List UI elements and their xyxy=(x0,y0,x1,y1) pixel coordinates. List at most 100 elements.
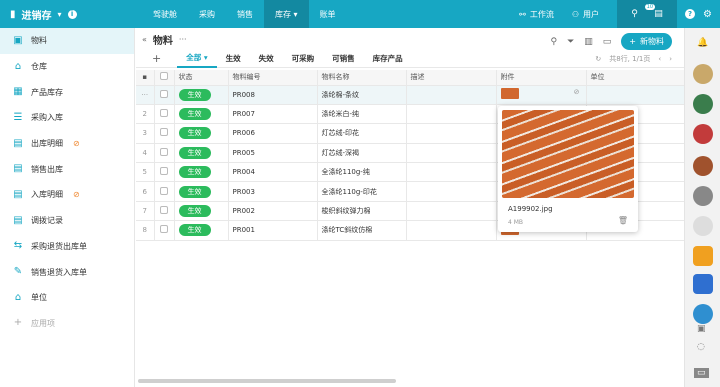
name-cell[interactable]: 灯芯绒-印花 xyxy=(317,123,407,144)
select-all-checkbox[interactable] xyxy=(154,70,175,86)
row-checkbox[interactable] xyxy=(154,220,175,241)
workflow-link[interactable]: ⚯ 工作流 xyxy=(519,9,554,20)
tab-sellable[interactable]: 可销售 xyxy=(323,50,364,68)
desc-cell[interactable] xyxy=(406,123,497,144)
app-avatar-5[interactable] xyxy=(693,186,713,206)
name-cell[interactable]: 灯芯绒-深褐 xyxy=(317,143,407,164)
add-view-icon[interactable]: + xyxy=(152,52,161,65)
filter-icon[interactable]: ⏷ xyxy=(567,37,574,47)
chart-icon[interactable]: ▥ xyxy=(584,37,593,47)
nav-inventory[interactable]: 库存 ▾ xyxy=(264,0,309,28)
code-cell[interactable]: PR008 xyxy=(228,85,318,105)
name-cell[interactable]: 涤纶TC斜纹仿棉 xyxy=(317,220,407,241)
sidebar-item-inbound-detail[interactable]: ▤ 入库明细 ⊘ xyxy=(0,182,134,208)
sidebar-item-purchase-in[interactable]: ☰ 采购入库 xyxy=(0,105,134,131)
col-code[interactable]: 物料编号 xyxy=(228,70,318,86)
desc-cell[interactable] xyxy=(406,162,497,183)
desc-cell[interactable] xyxy=(406,220,497,241)
name-cell[interactable]: 涤纶棉-条纹 xyxy=(317,85,407,105)
app-avatar-1[interactable] xyxy=(693,64,713,84)
sidebar-item-sales-out[interactable]: ▤ 销售出库 xyxy=(0,156,134,182)
row-checkbox[interactable] xyxy=(154,85,175,105)
unit-cell[interactable] xyxy=(586,85,685,105)
save-icon[interactable]: ▪ xyxy=(136,70,155,86)
desc-cell[interactable] xyxy=(406,104,497,125)
col-name[interactable]: 物料名称 xyxy=(317,70,407,86)
name-cell[interactable]: 全涤纶110g-纯 xyxy=(317,162,407,183)
nav-sales[interactable]: 销售 xyxy=(226,0,264,28)
row-checkbox[interactable] xyxy=(154,123,175,144)
chevron-down-icon[interactable]: ▾ xyxy=(58,10,62,19)
nav-cockpit[interactable]: 驾驶舱 xyxy=(142,0,188,28)
notification-icon[interactable]: ▤ xyxy=(654,9,663,19)
contacts-icon[interactable]: ▣ xyxy=(697,324,706,334)
desc-cell[interactable] xyxy=(406,181,497,202)
tab-purchasable[interactable]: 可采购 xyxy=(283,50,324,68)
comment-icon[interactable]: ▭ xyxy=(603,37,612,47)
more-icon[interactable]: ··· xyxy=(179,35,187,44)
settings-icon[interactable]: ⚙ xyxy=(703,9,712,20)
code-cell[interactable]: PR001 xyxy=(228,220,318,241)
tab-all[interactable]: 全部 ▾ xyxy=(177,50,217,68)
users-link[interactable]: ⚇ 用户 xyxy=(572,9,599,20)
nav-purchase[interactable]: 采购 xyxy=(188,0,226,28)
table-row[interactable]: ··· 生效 PR008 涤纶棉-条纹 ⊘ xyxy=(136,85,685,105)
code-cell[interactable]: PR006 xyxy=(228,123,318,144)
code-cell[interactable]: PR004 xyxy=(228,162,318,183)
horizontal-scrollbar[interactable] xyxy=(138,379,396,383)
attachment-preview-image[interactable] xyxy=(502,110,634,198)
sidebar-item-warehouse[interactable]: ⌂ 仓库 xyxy=(0,54,134,80)
sidebar-item-sales-return[interactable]: ✎ 销售退货入库单 xyxy=(0,259,134,285)
app-avatar-8[interactable] xyxy=(693,274,713,294)
tab-stock-products[interactable]: 库存产品 xyxy=(364,50,412,68)
col-desc[interactable]: 描述 xyxy=(406,70,497,86)
col-attachment[interactable]: 附件 xyxy=(496,70,587,86)
app-brand[interactable]: ▮ 进销存 ▾ i xyxy=(0,0,134,28)
code-cell[interactable]: PR005 xyxy=(228,143,318,164)
help-icon[interactable]: ? xyxy=(685,9,696,19)
chat-icon[interactable]: ◌ xyxy=(697,342,705,352)
prev-page-icon[interactable]: ‹ xyxy=(658,55,661,63)
row-checkbox[interactable] xyxy=(154,104,175,125)
app-avatar-6[interactable] xyxy=(693,216,713,236)
row-checkbox[interactable] xyxy=(154,181,175,202)
search-icon[interactable]: ⚲ xyxy=(631,9,638,19)
name-cell[interactable]: 全涤纶110g-印花 xyxy=(317,181,407,202)
col-status[interactable]: 状态 xyxy=(174,70,229,86)
add-app-item[interactable]: + 应用项 xyxy=(0,311,134,337)
refresh-icon[interactable]: ↻ xyxy=(595,55,601,63)
app-avatar-7[interactable] xyxy=(693,246,713,266)
sidebar-item-unit[interactable]: ⌂ 单位 xyxy=(0,285,134,311)
attachment-thumbnail[interactable] xyxy=(500,88,519,100)
row-checkbox[interactable] xyxy=(154,162,175,183)
app-avatar-9[interactable] xyxy=(693,304,713,324)
row-checkbox[interactable] xyxy=(154,143,175,164)
sidebar-item-transfer[interactable]: ▤ 调拨记录 xyxy=(0,208,134,234)
eye-off-icon[interactable]: ⊘ xyxy=(574,88,580,96)
desc-cell[interactable] xyxy=(406,201,497,222)
code-cell[interactable]: PR002 xyxy=(228,201,318,222)
app-avatar-3[interactable] xyxy=(693,124,713,144)
row-checkbox[interactable] xyxy=(154,201,175,222)
code-cell[interactable]: PR003 xyxy=(228,181,318,202)
search-icon[interactable]: ⚲ xyxy=(550,37,557,47)
sidebar-item-outbound-detail[interactable]: ▤ 出库明细 ⊘ xyxy=(0,131,134,157)
app-avatar-2[interactable] xyxy=(693,94,713,114)
nav-bills[interactable]: 账单 xyxy=(309,0,347,28)
name-cell[interactable]: 梭织斜纹弹力棉 xyxy=(317,201,407,222)
collapse-sidebar-icon[interactable]: « xyxy=(142,35,147,44)
code-cell[interactable]: PR007 xyxy=(228,104,318,125)
tab-active[interactable]: 生效 xyxy=(217,50,250,68)
app-avatar-4[interactable] xyxy=(693,156,713,176)
attachment-cell[interactable]: ⊘ xyxy=(496,85,587,105)
expand-icon[interactable]: ▭ xyxy=(694,368,709,378)
new-material-button[interactable]: + 新物料 xyxy=(621,33,672,50)
desc-cell[interactable] xyxy=(406,143,497,164)
desc-cell[interactable] xyxy=(406,85,497,105)
info-icon[interactable]: i xyxy=(67,9,77,19)
sidebar-item-material[interactable]: ▣ 物料 xyxy=(0,28,134,54)
name-cell[interactable]: 涤纶米白-纯 xyxy=(317,104,407,125)
tab-inactive[interactable]: 失效 xyxy=(250,50,283,68)
col-unit[interactable]: 单位 xyxy=(586,70,685,86)
sidebar-item-purchase-return[interactable]: ⇆ 采购退货出库单 xyxy=(0,234,134,260)
